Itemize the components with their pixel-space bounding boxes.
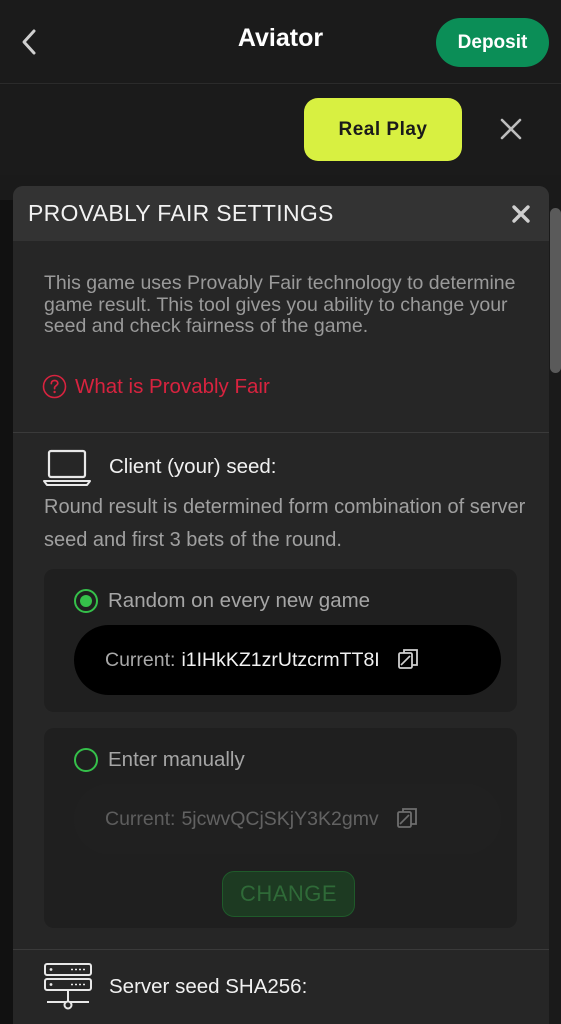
laptop-icon <box>43 449 91 486</box>
copy-button[interactable] <box>396 647 422 673</box>
random-seed-current: Current: i1IHkKZ1zrUtzcrmTT8I <box>74 625 501 695</box>
chevron-left-icon <box>22 29 36 55</box>
question-circle-icon <box>42 374 67 399</box>
close-game-button[interactable] <box>495 113 527 145</box>
page: Aviator Deposit Real Play PROVABLY FAIR … <box>0 0 561 1024</box>
modal-close-button[interactable] <box>509 202 533 226</box>
client-seed-title: Client (your) seed: <box>109 455 277 478</box>
what-is-provably-fair-link[interactable]: What is Provably Fair <box>42 374 270 399</box>
what-is-provably-fair-label: What is Provably Fair <box>75 374 270 398</box>
copy-icon <box>397 649 418 669</box>
modal-header: PROVABLY FAIR SETTINGS <box>13 186 549 241</box>
current-seed-value: 5jcwvQCjSKjY3K2gmv <box>181 807 379 830</box>
provably-fair-modal: PROVABLY FAIR SETTINGS This game uses Pr… <box>13 186 549 1024</box>
back-button[interactable] <box>14 24 44 60</box>
scrollbar-thumb[interactable] <box>550 208 561 373</box>
intro-text: This game uses Provably Fair technology … <box>44 272 516 337</box>
client-seed-description: Round result is determined form combinat… <box>44 496 526 551</box>
radio-selected[interactable] <box>74 589 98 613</box>
change-seed-button[interactable]: CHANGE <box>222 871 355 917</box>
close-icon <box>500 118 522 140</box>
manual-seed-label: Enter manually <box>108 748 245 771</box>
server-seed-header: Server seed SHA256: <box>43 962 307 1012</box>
random-seed-label: Random on every new game <box>108 589 371 612</box>
modal-title: PROVABLY FAIR SETTINGS <box>28 200 334 226</box>
random-seed-radio-row[interactable]: Random on every new game <box>74 589 370 613</box>
server-seed-title: Server seed SHA256: <box>109 975 308 998</box>
manual-seed-radio-row[interactable]: Enter manually <box>74 748 245 772</box>
server-icon <box>44 963 92 1010</box>
deposit-button[interactable]: Deposit <box>436 18 549 67</box>
background-panel <box>0 200 14 1024</box>
radio-unselected[interactable] <box>74 748 98 772</box>
manual-seed-option: Enter manually Current: 5jcwvQCjSKjY3K2g… <box>44 728 517 928</box>
copy-button[interactable] <box>395 806 421 832</box>
close-icon <box>512 205 530 223</box>
divider <box>13 949 549 950</box>
current-label: Current: <box>105 807 176 830</box>
manual-seed-current: Current: 5jcwvQCjSKjY3K2gmv <box>74 784 501 854</box>
real-play-button[interactable]: Real Play <box>304 98 462 161</box>
random-seed-option: Random on every new game Current: i1IHkK… <box>44 569 517 712</box>
app-bar: Aviator Deposit <box>0 0 561 84</box>
mode-bar: Real Play <box>0 85 561 175</box>
current-label: Current: <box>105 648 176 671</box>
client-seed-header: Client (your) seed: <box>43 448 276 486</box>
current-seed-value: i1IHkKZ1zrUtzcrmTT8I <box>181 648 380 671</box>
copy-icon <box>396 808 417 828</box>
divider <box>13 432 549 433</box>
